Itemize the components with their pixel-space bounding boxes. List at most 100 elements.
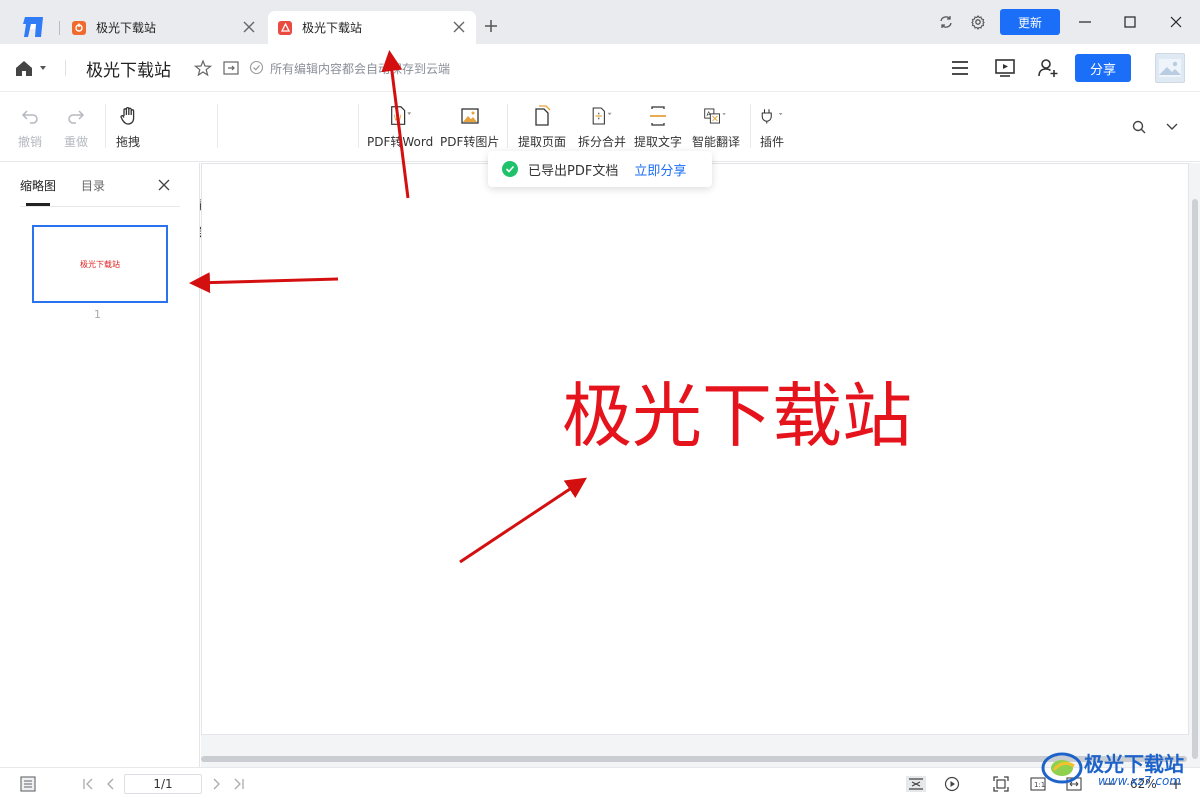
share-button[interactable]: 分享 xyxy=(1075,54,1131,82)
pdf-icon xyxy=(278,20,292,35)
thumbnail-sidebar: 缩略图 目录 极光下载站 1 xyxy=(0,163,200,767)
tab-divider xyxy=(59,21,60,35)
toolbar-divider xyxy=(507,104,508,148)
pdf-to-word-button[interactable]: W PDF转Word xyxy=(367,104,433,150)
extract-pages-icon xyxy=(535,105,551,126)
svg-text:W: W xyxy=(394,113,402,123)
vertical-scrollbar[interactable] xyxy=(1189,163,1200,767)
update-button[interactable]: 更新 xyxy=(1000,9,1060,35)
share-now-link[interactable]: 立即分享 xyxy=(634,160,686,179)
document-header: 极光下载站 所有编辑内容都会自动保存到云端 分享 xyxy=(0,44,1200,92)
redo-icon xyxy=(68,110,85,124)
thumbnail-text: 极光下载站 xyxy=(80,259,120,269)
plugins-label: 插件 xyxy=(760,135,785,149)
document-title[interactable]: 极光下载站 xyxy=(86,56,171,81)
new-tab-plus-icon[interactable] xyxy=(482,17,500,35)
previous-page-icon[interactable] xyxy=(103,776,119,792)
pdf-to-image-button[interactable]: PDF转图片 xyxy=(440,104,499,150)
tab-close-icon[interactable] xyxy=(452,20,466,34)
add-collaborator-icon[interactable] xyxy=(1037,57,1059,79)
split-merge-label: 拆分合并 xyxy=(578,135,627,149)
page-number-input[interactable]: 1/1 xyxy=(124,774,202,794)
thumbnail-page-number: 1 xyxy=(94,308,101,321)
tab-label: 极光下载站 xyxy=(96,21,157,35)
watermark-text: 极光下载站 xyxy=(1084,752,1184,776)
vertical-scrollbar-thumb[interactable] xyxy=(1192,199,1198,759)
home-button[interactable] xyxy=(14,58,52,78)
plug-icon xyxy=(761,109,783,124)
document-viewport[interactable]: 极光下载站 xyxy=(201,163,1200,767)
pdf-to-word-label: PDF转Word xyxy=(367,135,434,149)
toolbar-divider xyxy=(217,104,218,148)
next-page-icon[interactable] xyxy=(208,776,224,792)
pan-tool-button[interactable]: 拖拽 xyxy=(116,104,140,150)
image-icon xyxy=(461,108,479,124)
split-merge-button[interactable]: 拆分合并 xyxy=(578,104,626,150)
toolbar-divider xyxy=(750,104,751,148)
tab-document-2-active[interactable]: 极光下载站 xyxy=(268,11,476,44)
check-circle-icon xyxy=(249,60,264,75)
close-window-icon[interactable] xyxy=(1168,14,1184,30)
minimize-icon[interactable] xyxy=(1077,14,1093,30)
watermark-url: www.xz7.com xyxy=(1098,774,1181,788)
star-icon[interactable] xyxy=(194,59,212,77)
redo-label: 重做 xyxy=(64,135,89,149)
wps-doc-icon xyxy=(72,20,86,35)
chevron-down-icon[interactable] xyxy=(1164,120,1180,134)
maximize-icon[interactable] xyxy=(1122,14,1138,30)
split-merge-icon xyxy=(592,107,612,125)
plugins-button[interactable]: 插件 xyxy=(760,104,784,150)
tab-document-1[interactable]: 极光下载站 xyxy=(62,11,266,44)
translate-icon: A xyxy=(704,108,726,124)
status-bar: 1/1 1:1 62% xyxy=(0,767,1200,800)
extract-pages-label: 提取页面 xyxy=(518,135,567,149)
pdf-to-word-icon: W xyxy=(391,106,412,125)
extract-text-label: 提取文字 xyxy=(634,135,683,149)
site-watermark: 极光下载站 www.xz7.com xyxy=(1040,744,1200,800)
avatar-image-icon xyxy=(1159,59,1181,77)
undo-button[interactable]: 撤销 xyxy=(18,104,42,150)
close-icon[interactable] xyxy=(157,178,171,192)
chevron-down-icon xyxy=(40,66,46,70)
extract-pages-button[interactable]: 提取页面 xyxy=(518,104,566,150)
hand-icon xyxy=(120,107,135,125)
header-divider xyxy=(65,60,66,76)
watermark-logo-icon xyxy=(1041,752,1083,784)
fit-page-icon[interactable] xyxy=(993,776,1009,792)
last-page-icon[interactable] xyxy=(231,776,247,792)
first-page-icon[interactable] xyxy=(80,776,96,792)
pan-label: 拖拽 xyxy=(116,135,141,149)
extract-text-button[interactable]: 提取文字 xyxy=(634,104,682,150)
pdf-page[interactable]: 极光下载站 xyxy=(201,163,1189,735)
save-status-text: 所有编辑内容都会自动保存到云端 xyxy=(270,62,451,76)
pdf-to-image-label: PDF转图片 xyxy=(440,135,500,149)
settings-icon[interactable] xyxy=(970,14,986,30)
app-logo-icon[interactable] xyxy=(22,16,46,38)
smart-translate-button[interactable]: A 智能翻译 xyxy=(692,104,740,150)
menu-icon[interactable] xyxy=(950,58,970,78)
undo-label: 撤销 xyxy=(18,135,43,149)
search-icon[interactable] xyxy=(1131,119,1147,135)
export-success-toast: 已导出PDF文档 立即分享 xyxy=(488,151,712,187)
play-icon[interactable] xyxy=(944,776,960,792)
avatar[interactable] xyxy=(1155,53,1185,83)
tab-thumbnails[interactable]: 缩略图 xyxy=(20,177,56,194)
home-icon xyxy=(16,61,32,76)
sidebar-divider xyxy=(20,206,180,207)
title-bar: 极光下载站 极光下载站 更新 xyxy=(0,0,1200,44)
undo-icon xyxy=(21,110,38,124)
toolbar-divider xyxy=(358,104,359,148)
tab-close-icon[interactable] xyxy=(242,20,256,34)
continuous-view-icon[interactable] xyxy=(906,776,926,792)
tab-outline[interactable]: 目录 xyxy=(81,177,105,194)
sidebar-toggle-icon[interactable] xyxy=(20,776,36,792)
page-thumbnail[interactable]: 极光下载站 xyxy=(32,225,168,303)
sync-icon[interactable] xyxy=(938,14,954,30)
extract-text-icon xyxy=(650,106,666,126)
redo-button[interactable]: 重做 xyxy=(64,104,88,150)
toolbar-divider xyxy=(105,104,106,148)
page-content-text: 极光下载站 xyxy=(562,375,912,457)
toast-message: 已导出PDF文档 xyxy=(528,163,619,179)
move-to-folder-icon[interactable] xyxy=(222,59,240,77)
present-icon[interactable] xyxy=(994,57,1016,79)
